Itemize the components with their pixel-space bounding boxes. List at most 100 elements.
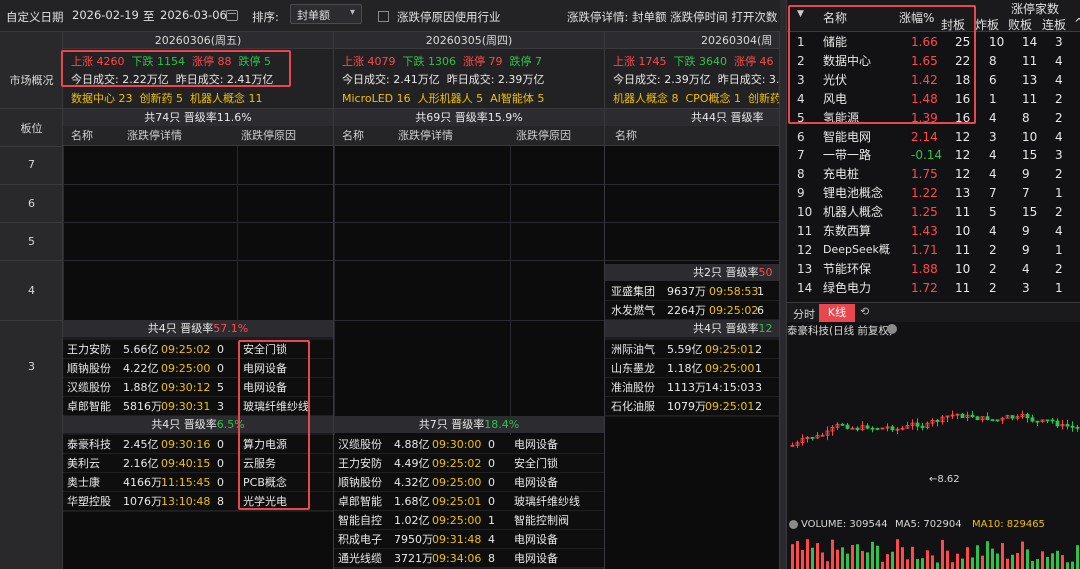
sector-name[interactable]: 氢能源 bbox=[823, 109, 859, 128]
board-level-6[interactable]: 6 bbox=[0, 197, 63, 210]
table-row[interactable]: 王力安防 4.49亿 09:25:02 0 安全门锁 bbox=[334, 454, 604, 473]
table-row[interactable]: 泰豪科技 2.45亿 09:30:16 0 算力电源 bbox=[63, 435, 333, 454]
sector-name[interactable]: 机器人概念 bbox=[823, 203, 883, 222]
table-row[interactable]: 亚盛集团 9637万 09:58:53 1 bbox=[605, 282, 779, 301]
table-row[interactable]: 卓郎智能 5816万 09:30:31 3 玻璃纤维纱线 bbox=[63, 397, 333, 416]
column-header-fail[interactable]: 败板 bbox=[1008, 16, 1032, 33]
sort-select[interactable]: 封单额 ▾ bbox=[290, 4, 362, 24]
ranking-row[interactable]: 1 储能 1.66 25 10 14 3 bbox=[787, 33, 1080, 52]
table-row[interactable]: 王力安防 5.66亿 09:25:02 0 安全门锁 bbox=[63, 340, 333, 359]
board-level-4[interactable]: 4 bbox=[0, 284, 63, 297]
stock-name[interactable]: 洲际油气 bbox=[611, 340, 655, 359]
ranking-row[interactable]: 7 一带一路 -0.14 12 4 15 3 bbox=[787, 146, 1080, 165]
table-row[interactable]: 石化油服 1079万 09:25:01 2 bbox=[605, 397, 779, 416]
table-row[interactable]: 顺钠股份 4.32亿 09:25:00 0 电网设备 bbox=[334, 473, 604, 492]
column-header-name[interactable]: 名称 bbox=[823, 9, 847, 26]
calendar-icon[interactable] bbox=[226, 10, 238, 21]
stock-name[interactable]: 顺钠股份 bbox=[338, 473, 382, 492]
stock-name[interactable]: 奥士康 bbox=[67, 473, 100, 492]
table-row[interactable]: 洲际油气 5.59亿 09:25:01 2 bbox=[605, 340, 779, 359]
kline-chart[interactable]: ←8.62 bbox=[787, 336, 1080, 518]
sector-name[interactable]: 充电桩 bbox=[823, 165, 859, 184]
sector-name[interactable]: 绿色电力 bbox=[823, 279, 871, 298]
stock-name[interactable]: 美利云 bbox=[67, 454, 100, 473]
hot-theme[interactable]: MicroLED 16 bbox=[342, 92, 411, 105]
hot-theme[interactable]: 机器人概念 11 bbox=[190, 92, 263, 105]
hot-theme[interactable]: 人形机器人 5 bbox=[418, 92, 484, 105]
stock-name[interactable]: 水发燃气 bbox=[611, 301, 655, 320]
stock-name[interactable]: 华塑控股 bbox=[67, 492, 111, 511]
sector-name[interactable]: DeepSeek概 bbox=[823, 241, 890, 260]
stock-name[interactable]: 山东墨龙 bbox=[611, 359, 655, 378]
table-row[interactable]: 水发燃气 2264万 09:25:02 6 bbox=[605, 301, 779, 320]
sector-name[interactable]: 一带一路 bbox=[823, 146, 871, 165]
table-row[interactable]: 智能自控 1.02亿 09:25:00 1 智能控制阀 bbox=[334, 511, 604, 530]
column-header-pct[interactable]: 涨幅% bbox=[899, 9, 934, 26]
stock-name[interactable]: 积成电子 bbox=[338, 530, 382, 549]
table-row[interactable]: 汉缆股份 4.88亿 09:30:00 0 电网设备 bbox=[334, 435, 604, 454]
ranking-row[interactable]: 2 数据中心 1.65 22 8 11 4 bbox=[787, 52, 1080, 71]
industry-checkbox[interactable] bbox=[378, 11, 389, 22]
hot-theme[interactable]: AI智能体 5 bbox=[490, 92, 544, 105]
board-level-5[interactable]: 5 bbox=[0, 235, 63, 248]
hot-theme[interactable]: 数据中心 23 bbox=[71, 92, 133, 105]
chevron-down-icon[interactable] bbox=[789, 520, 798, 529]
stock-name[interactable]: 智能自控 bbox=[338, 511, 382, 530]
sector-name[interactable]: 东数西算 bbox=[823, 222, 871, 241]
chevron-down-icon[interactable] bbox=[887, 324, 897, 334]
stock-name[interactable]: 汉缆股份 bbox=[67, 378, 111, 397]
ranking-row[interactable]: 3 光伏 1.42 18 6 13 4 bbox=[787, 71, 1080, 90]
board-level-7[interactable]: 7 bbox=[0, 158, 63, 171]
hot-theme[interactable]: CPO概念 1 bbox=[686, 92, 741, 105]
hot-theme[interactable]: 机器人概念 8 bbox=[613, 92, 679, 105]
ranking-row[interactable]: 5 氢能源 1.39 16 4 8 2 bbox=[787, 109, 1080, 128]
stock-name[interactable]: 通光线缆 bbox=[338, 549, 382, 568]
stock-name[interactable]: 王力安防 bbox=[338, 454, 382, 473]
ranking-row[interactable]: 14 绿色电力 1.72 11 2 3 1 bbox=[787, 279, 1080, 298]
refresh-icon[interactable]: ⟲ bbox=[860, 305, 869, 318]
ranking-row[interactable]: 10 机器人概念 1.25 11 5 15 2 bbox=[787, 203, 1080, 222]
day-date-header[interactable]: 20260304(周三) bbox=[605, 32, 779, 64]
tab-kline[interactable]: K线 bbox=[819, 304, 855, 322]
ranking-row[interactable]: 6 智能电网 2.14 12 3 10 4 bbox=[787, 128, 1080, 147]
sector-name[interactable]: 光伏 bbox=[823, 71, 847, 90]
stock-name[interactable]: 汉缆股份 bbox=[338, 435, 382, 454]
stock-name[interactable]: 王力安防 bbox=[67, 340, 111, 359]
sector-name[interactable]: 数据中心 bbox=[823, 52, 871, 71]
table-row[interactable]: 华塑控股 1076万 13:10:48 8 光学光电 bbox=[63, 492, 333, 511]
sector-name[interactable]: 节能环保 bbox=[823, 260, 871, 279]
ranking-row[interactable]: 11 东数西算 1.43 10 4 9 4 bbox=[787, 222, 1080, 241]
column-header-cont[interactable]: 连板 bbox=[1042, 16, 1066, 33]
board-level-3[interactable]: 3 bbox=[0, 360, 63, 373]
day-date-header[interactable]: 20260306(周五) bbox=[63, 32, 333, 49]
date-from-field[interactable]: 2026-02-19 bbox=[72, 8, 139, 26]
day-date-header[interactable]: 20260305(周四) bbox=[334, 32, 604, 49]
table-row[interactable]: 汉缆股份 1.88亿 09:30:12 5 电网设备 bbox=[63, 378, 333, 397]
hot-theme[interactable]: 创新药 bbox=[748, 92, 779, 105]
sector-name[interactable]: 风电 bbox=[823, 90, 847, 109]
sector-name[interactable]: 储能 bbox=[823, 33, 847, 52]
stock-name[interactable]: 卓郎智能 bbox=[67, 397, 111, 416]
table-row[interactable]: 积成电子 7950万 09:31:48 4 电网设备 bbox=[334, 530, 604, 549]
stock-name[interactable]: 石化油服 bbox=[611, 397, 655, 416]
stock-name[interactable]: 卓郎智能 bbox=[338, 492, 382, 511]
date-to-field[interactable]: 2026-03-06 bbox=[160, 8, 227, 26]
table-row[interactable]: 美利云 2.16亿 09:40:15 0 云服务 bbox=[63, 454, 333, 473]
table-row[interactable]: 山东墨龙 1.18亿 09:25:00 1 bbox=[605, 359, 779, 378]
column-header-broken[interactable]: 炸板 bbox=[975, 16, 999, 33]
sector-name[interactable]: 锂电池概念 bbox=[823, 184, 883, 203]
ranking-row[interactable]: 4 风电 1.48 16 1 11 2 bbox=[787, 90, 1080, 109]
ranking-row[interactable]: 8 充电桩 1.75 12 4 9 2 bbox=[787, 165, 1080, 184]
table-row[interactable]: 顺钠股份 4.22亿 09:25:00 0 电网设备 bbox=[63, 359, 333, 378]
table-row[interactable]: 通光线缆 3721万 09:34:06 8 电网设备 bbox=[334, 549, 604, 568]
ranking-row[interactable]: 12 DeepSeek概 1.71 11 2 9 1 bbox=[787, 241, 1080, 260]
sort-arrow-icon[interactable]: ▼ bbox=[797, 9, 804, 19]
hot-theme[interactable]: 创新药 5 bbox=[140, 92, 184, 105]
stock-name[interactable]: 准油股份 bbox=[611, 378, 655, 397]
stock-name[interactable]: 亚盛集团 bbox=[611, 282, 655, 301]
sector-name[interactable]: 智能电网 bbox=[823, 128, 871, 147]
column-header-seal[interactable]: 封板 bbox=[941, 16, 965, 33]
table-row[interactable]: 奥士康 4166万 11:15:45 0 PCB概念 bbox=[63, 473, 333, 492]
table-row[interactable]: 准油股份 1113万 14:15:03 3 bbox=[605, 378, 779, 397]
ranking-row[interactable]: 9 锂电池概念 1.22 13 7 7 1 bbox=[787, 184, 1080, 203]
